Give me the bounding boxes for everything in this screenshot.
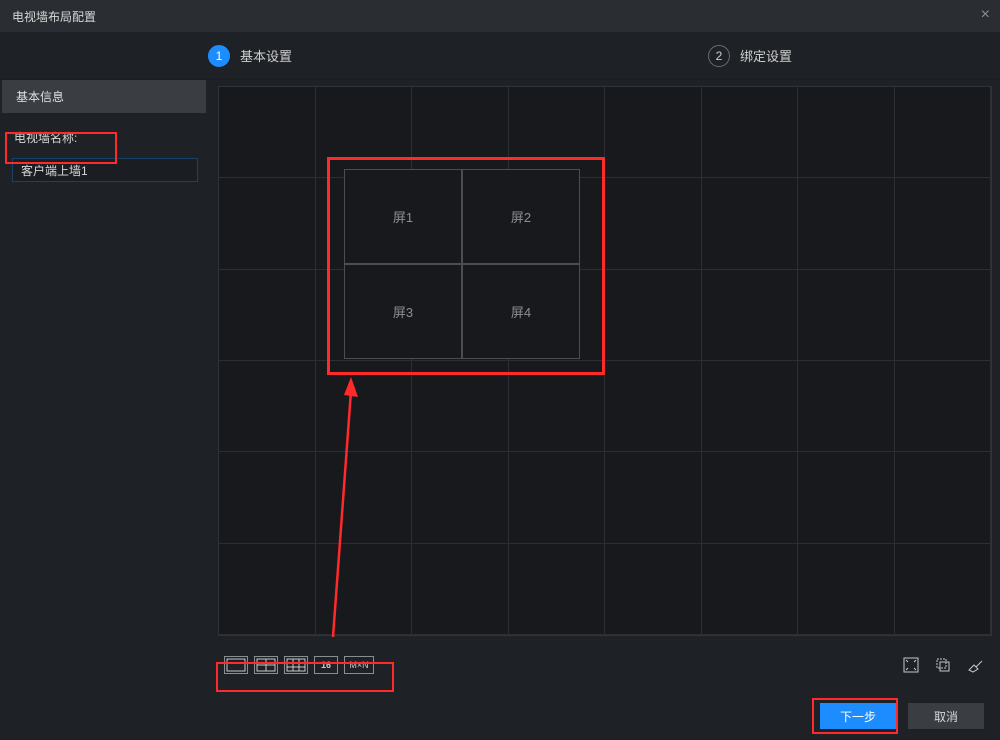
step-1-label: 基本设置 bbox=[240, 46, 292, 65]
layout-grid[interactable]: 屏1 屏2 屏3 屏4 bbox=[218, 86, 992, 636]
layout-3x3-button[interactable] bbox=[284, 656, 308, 674]
step-indicator: 1 基本设置 2 绑定设置 bbox=[0, 32, 1000, 80]
step-basic-settings[interactable]: 1 基本设置 bbox=[0, 45, 500, 67]
fit-screen-icon bbox=[903, 657, 919, 673]
layout-3x3-icon bbox=[286, 658, 306, 672]
step-1-number: 1 bbox=[208, 45, 230, 67]
screen-4[interactable]: 屏4 bbox=[462, 264, 580, 359]
screen-1[interactable]: 屏1 bbox=[344, 169, 462, 264]
copy-icon bbox=[935, 657, 951, 673]
wall-name-input[interactable] bbox=[12, 158, 198, 182]
sidebar: 基本信息 电视墙名称: bbox=[0, 80, 210, 692]
step-binding-settings[interactable]: 2 绑定设置 bbox=[500, 45, 1000, 67]
clear-button[interactable] bbox=[966, 656, 984, 674]
screen-3[interactable]: 屏3 bbox=[344, 264, 462, 359]
screen-2[interactable]: 屏2 bbox=[462, 169, 580, 264]
sidebar-section-basic-info[interactable]: 基本信息 bbox=[2, 80, 206, 113]
screen-group[interactable]: 屏1 屏2 屏3 屏4 bbox=[344, 169, 580, 359]
layout-1x1-button[interactable] bbox=[224, 656, 248, 674]
bottom-toolbar: 16 M×N bbox=[218, 648, 992, 682]
brush-icon bbox=[966, 657, 984, 673]
dialog-footer: 下一步 取消 bbox=[0, 692, 1000, 740]
layout-1x1-icon bbox=[226, 658, 246, 672]
wall-name-label: 电视墙名称: bbox=[0, 123, 210, 152]
step-2-number: 2 bbox=[708, 45, 730, 67]
layout-2x2-button[interactable] bbox=[254, 656, 278, 674]
layout-mxn-label: M×N bbox=[349, 660, 368, 670]
fit-screen-button[interactable] bbox=[902, 656, 920, 674]
copy-button[interactable] bbox=[934, 656, 952, 674]
layout-16-button[interactable]: 16 bbox=[314, 656, 338, 674]
layout-2x2-icon bbox=[256, 658, 276, 672]
step-2-label: 绑定设置 bbox=[740, 46, 792, 65]
titlebar: 电视墙布局配置 × bbox=[0, 0, 1000, 32]
dialog-title: 电视墙布局配置 bbox=[12, 8, 96, 25]
layout-canvas-area: 屏1 屏2 屏3 屏4 bbox=[210, 80, 1000, 692]
close-icon[interactable]: × bbox=[981, 6, 990, 24]
cancel-button[interactable]: 取消 bbox=[908, 703, 984, 729]
layout-16-label: 16 bbox=[321, 660, 331, 670]
layout-mxn-button[interactable]: M×N bbox=[344, 656, 374, 674]
next-button[interactable]: 下一步 bbox=[820, 703, 896, 729]
